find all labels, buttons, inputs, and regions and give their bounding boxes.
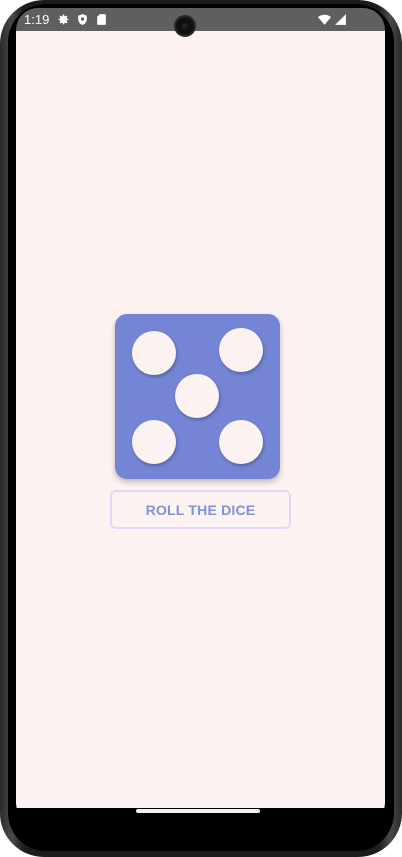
dice-pip — [219, 328, 263, 372]
home-indicator[interactable] — [136, 809, 260, 813]
gear-icon — [57, 13, 70, 26]
dice-pip — [132, 420, 176, 464]
wifi-icon — [318, 13, 331, 26]
status-time: 1:19 — [24, 12, 50, 27]
dice-pip — [132, 331, 176, 375]
roll-dice-button[interactable]: ROLL THE DICE — [110, 490, 291, 529]
status-left: 1:19 — [24, 12, 108, 27]
sd-card-icon — [95, 13, 108, 26]
status-bar: 1:19 — [16, 8, 385, 31]
front-camera — [174, 15, 196, 37]
signal-icon — [334, 13, 347, 26]
dice-face — [115, 314, 280, 479]
dice-pip — [175, 374, 219, 418]
status-right — [318, 13, 347, 26]
shield-icon — [76, 13, 89, 26]
app-content: ROLL THE DICE — [16, 31, 385, 808]
dice-pip — [219, 420, 263, 464]
device-screen: 1:19 ROLL THE DICE — [16, 8, 385, 828]
